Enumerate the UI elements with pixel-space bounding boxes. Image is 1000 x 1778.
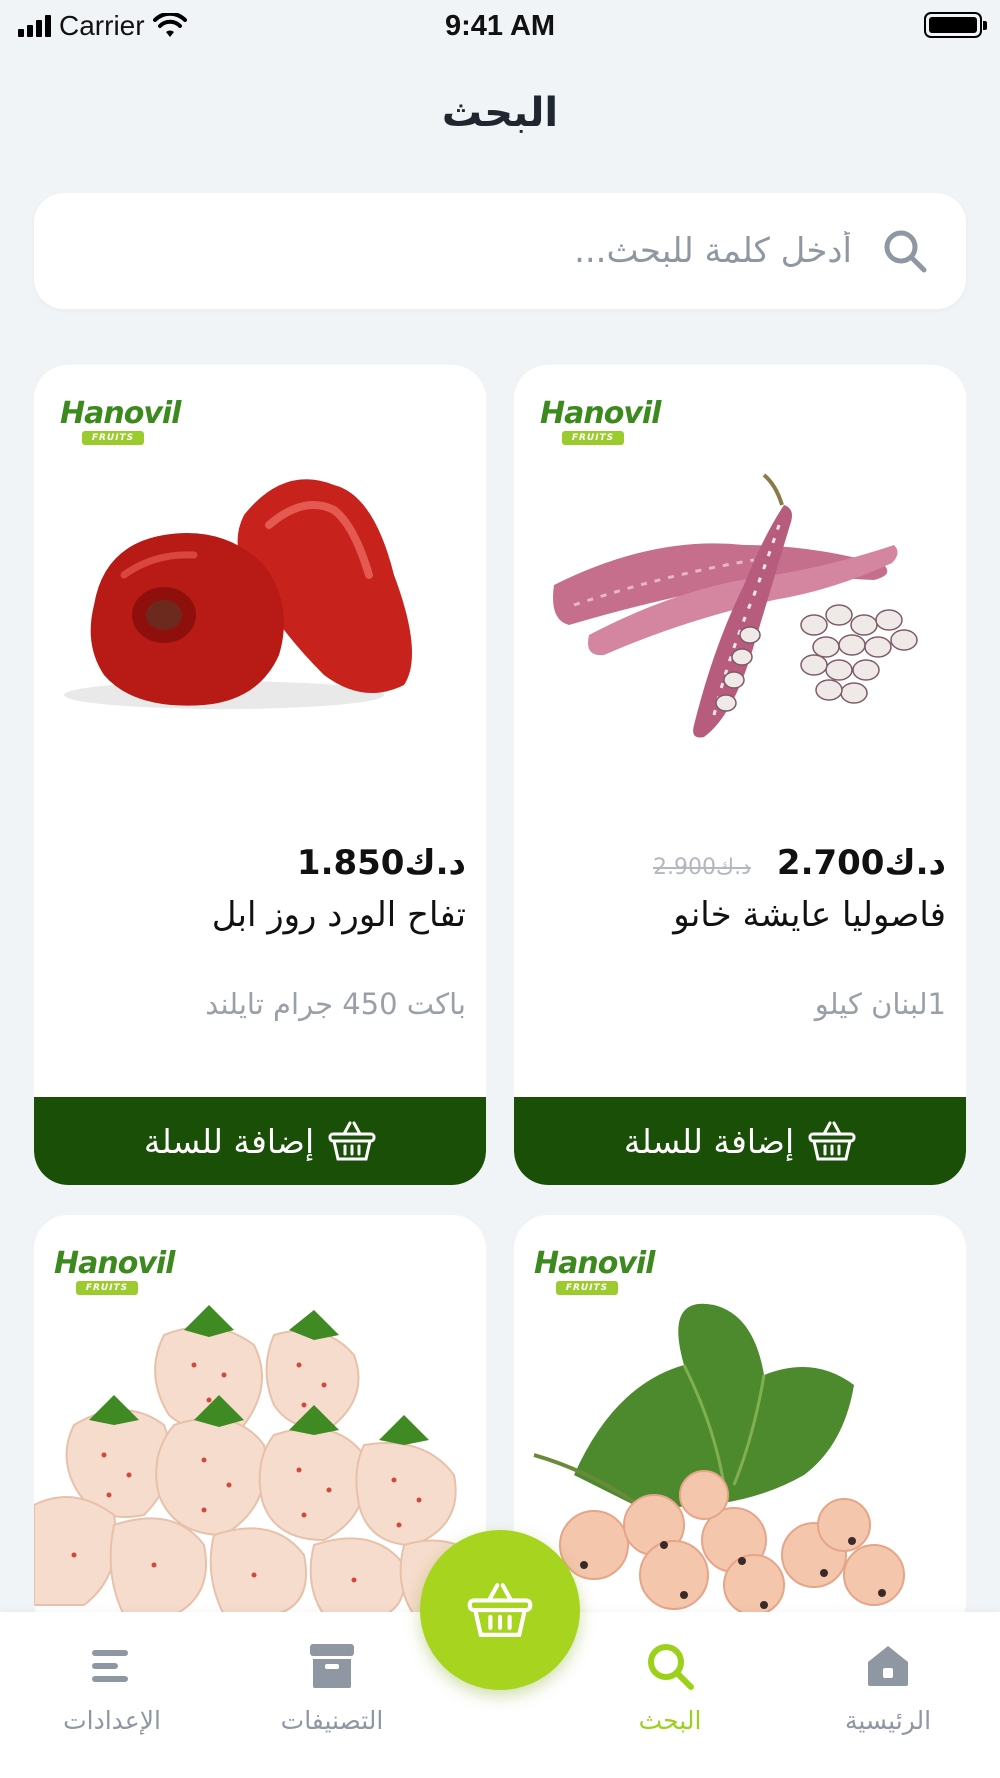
product-subtitle: باكت 450 جرام تايلند	[205, 987, 466, 1021]
product-card[interactable]: Hanovil FRUITS	[34, 1215, 486, 1635]
nav-item-home[interactable]: الرئيسية	[788, 1640, 988, 1735]
rose-apple-image	[64, 479, 412, 709]
nav-label-search: البحث	[638, 1706, 702, 1735]
battery-icon	[924, 12, 987, 38]
product-card[interactable]: Hanovil FRUITS د.ك2.700 د.ك2.900 فاصوليا…	[514, 365, 966, 1185]
add-to-cart-label: إضافة للسلة	[623, 1121, 795, 1161]
search-input[interactable]	[70, 231, 852, 271]
status-bar: Carrier 9:41 AM	[0, 0, 1000, 52]
product-name: فاصوليا عايشة خانو	[673, 895, 946, 935]
basket-icon	[328, 1121, 376, 1161]
nav-item-settings[interactable]: الإعدادات	[12, 1640, 212, 1735]
price: د.ك2.700	[776, 843, 946, 883]
pineberry-image	[34, 1305, 486, 1615]
basket-icon	[808, 1121, 856, 1161]
nav-item-search[interactable]: البحث	[570, 1640, 770, 1735]
menu-icon	[92, 1650, 128, 1682]
page-title: البحث	[441, 90, 559, 136]
price-row: د.ك1.850	[297, 843, 466, 883]
basket-icon	[467, 1583, 533, 1637]
product-name: تفاح الورد روز ابل	[211, 895, 466, 935]
product-card[interactable]: Hanovil FRUITS	[514, 1215, 966, 1635]
add-to-cart-button[interactable]: إضافة للسلة	[514, 1097, 966, 1185]
white-currant-image	[533, 1303, 905, 1615]
price: د.ك1.850	[296, 843, 466, 883]
status-time: 9:41 AM	[444, 10, 556, 42]
search-icon	[648, 1644, 694, 1690]
add-to-cart-label: إضافة للسلة	[143, 1121, 315, 1161]
product-subtitle: 1لبنان كيلو	[814, 987, 946, 1021]
search-icon	[884, 230, 927, 273]
nav-label-settings: الإعدادات	[63, 1706, 161, 1735]
price-row: د.ك2.700 د.ك2.900	[653, 843, 946, 883]
borlotti-beans-image	[553, 473, 918, 738]
add-to-cart-button[interactable]: إضافة للسلة	[34, 1097, 486, 1185]
nav-label-home: الرئيسية	[844, 1706, 932, 1735]
nav-item-categories[interactable]: التصنيفات	[232, 1640, 432, 1735]
home-icon	[868, 1646, 908, 1686]
old-price: د.ك2.900	[653, 855, 751, 880]
product-card[interactable]: Hanovil FRUITS د.ك1.850 تفاح الورد روز ا…	[34, 365, 486, 1185]
nav-label-categories: التصنيفات	[280, 1706, 384, 1735]
archive-icon	[310, 1644, 354, 1688]
search-bar[interactable]	[34, 193, 966, 309]
cart-fab-button[interactable]	[420, 1530, 580, 1690]
